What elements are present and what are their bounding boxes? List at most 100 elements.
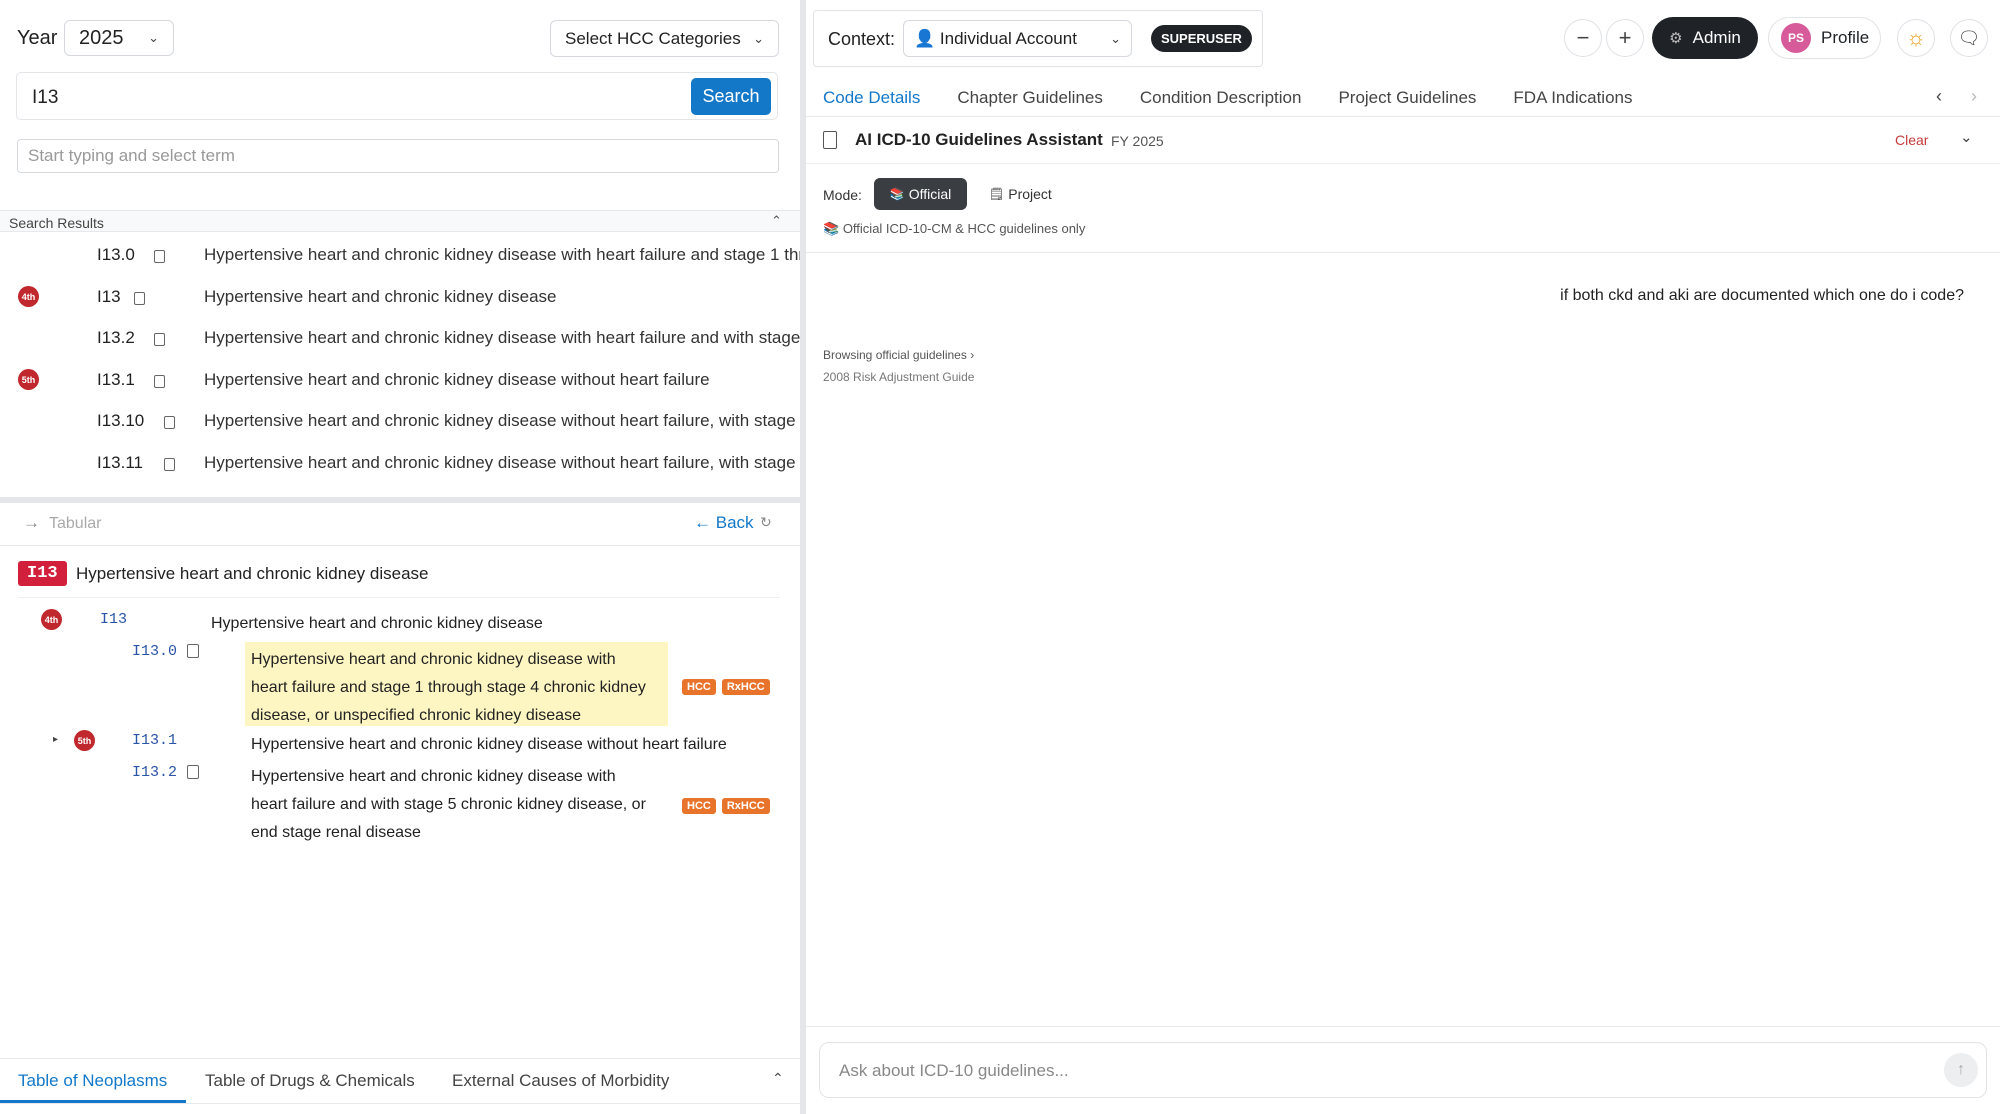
chevron-down-icon[interactable]: ⌄ [1960, 128, 1973, 146]
chevron-down-icon: ⌄ [148, 30, 159, 45]
result-code[interactable]: I13.2 [97, 328, 135, 348]
back-link[interactable]: ← Back [694, 513, 754, 533]
send-button[interactable]: ↑ [1944, 1053, 1978, 1087]
gear-icon: ⚙ [1669, 30, 1683, 47]
hcc-tag: HCC [682, 798, 716, 814]
result-code[interactable]: I13 [97, 287, 121, 307]
search-result-row[interactable]: I13.11 Hypertensive heart and chronic kid… [0, 442, 800, 484]
superuser-badge: SUPERUSER [1151, 25, 1252, 52]
result-code[interactable]: I13.11 [97, 453, 143, 473]
search-results-header[interactable]: Search Results ⌃ [0, 210, 800, 232]
tab-external-causes[interactable]: External Causes of Morbidity [452, 1071, 669, 1091]
tab-condition-description[interactable]: Condition Description [1140, 88, 1302, 108]
tab-code-details[interactable]: Code Details [823, 88, 920, 108]
back-label: Back [715, 513, 754, 532]
search-result-row[interactable]: I13.2 Hypertensive heart and chronic kidn… [0, 317, 800, 359]
caret-right-icon[interactable]: ▸ [53, 734, 58, 745]
mode-note: 📚 Official ICD-10-CM & HCC guidelines on… [823, 221, 1085, 237]
browsing-status[interactable]: Browsing official guidelines › [823, 348, 974, 362]
document-icon [823, 131, 837, 149]
tabular-label: Tabular [49, 515, 102, 532]
feedback-button[interactable]: 🗨 [1950, 19, 1988, 57]
rxhcc-tag: RxHCC [721, 679, 770, 695]
divider [0, 1103, 800, 1104]
sun-icon: ☼ [1905, 25, 1927, 50]
result-desc: Hypertensive heart and chronic kidney di… [204, 452, 796, 472]
avatar: PS [1781, 23, 1811, 53]
refresh-icon[interactable]: ↻ [760, 514, 772, 531]
active-tab-indicator [0, 1100, 186, 1103]
mode-official-button[interactable]: 📚 Official [874, 178, 967, 210]
context-select[interactable]: 👤 Individual Account ⌄ [903, 20, 1132, 57]
year-select[interactable]: 2025 ⌄ [64, 20, 174, 56]
left-panel: Year 2025 ⌄ Select HCC Categories ⌄ I13 … [0, 0, 800, 1114]
chat-input-box: Ask about ICD-10 guidelines... ↑ [819, 1042, 1987, 1098]
source-item: 2008 Risk Adjustment Guide [823, 370, 975, 384]
context-label: Context: [828, 29, 896, 49]
tab-project-guidelines[interactable]: Project Guidelines [1338, 88, 1476, 108]
copy-icon[interactable] [163, 457, 175, 471]
zoom-in-button[interactable]: + [1606, 19, 1644, 57]
term-input[interactable]: Start typing and select term [17, 139, 779, 173]
user-icon: 👤 [914, 28, 936, 48]
admin-label: Admin [1692, 28, 1741, 47]
search-result-row[interactable]: 4th I13 Hypertensive heart and chronic kid… [0, 276, 800, 318]
tree-code-i13-0[interactable]: I13.0 [132, 643, 177, 660]
chevron-up-icon[interactable]: ⌃ [772, 1070, 784, 1087]
result-code[interactable]: I13.0 [97, 245, 135, 265]
mode-project-button[interactable]: 🗒 Project [979, 178, 1059, 210]
theme-toggle-button[interactable]: ☼ [1897, 19, 1935, 57]
search-button[interactable]: Search [691, 78, 771, 115]
search-result-row[interactable]: 5th I13.1 Hypertensive heart and chronic k… [0, 359, 800, 401]
right-panel: Context: 👤 Individual Account ⌄ SUPERUSE… [806, 0, 2000, 1114]
chevron-left-icon[interactable]: ‹ [1936, 86, 1942, 107]
chevron-right-icon[interactable]: › [1971, 86, 1977, 107]
tab-fda-indications[interactable]: FDA Indications [1513, 88, 1632, 108]
result-code[interactable]: I13.10 [97, 411, 144, 431]
chat-input[interactable]: Ask about ICD-10 guidelines... [839, 1061, 1069, 1081]
profile-button[interactable]: PS Profile [1768, 17, 1881, 59]
mode-note-text: Official ICD-10-CM & HCC guidelines only [842, 221, 1086, 236]
result-code[interactable]: I13.1 [97, 370, 135, 390]
hcc-category-select[interactable]: Select HCC Categories ⌄ [550, 20, 779, 57]
result-desc: Hypertensive heart and chronic kidney di… [204, 411, 796, 430]
tree-code-i13-2[interactable]: I13.2 [132, 764, 177, 781]
chevron-up-icon[interactable]: ⌃ [771, 213, 782, 229]
tab-table-of-drugs[interactable]: Table of Drugs & Chemicals [205, 1071, 415, 1091]
rxhcc-tag: RxHCC [721, 798, 770, 814]
copy-icon[interactable] [163, 416, 175, 429]
note-icon: 🗒 [989, 187, 1005, 201]
tree-desc-i13-2: Hypertensive heart and chronic kidney di… [251, 763, 646, 847]
admin-button[interactable]: ⚙ Admin [1652, 17, 1758, 59]
clear-button[interactable]: Clear [1895, 132, 1928, 148]
divider [0, 545, 800, 546]
arrow-up-icon: ↑ [1957, 1061, 1965, 1078]
copy-icon[interactable] [154, 374, 165, 388]
copy-icon[interactable] [187, 644, 199, 658]
search-input[interactable]: I13 [32, 87, 58, 109]
tab-chapter-guidelines[interactable]: Chapter Guidelines [957, 88, 1103, 108]
desc-line: heart failure and stage 1 through stage … [251, 679, 646, 696]
tab-table-of-neoplasms[interactable]: Table of Neoplasms [18, 1071, 167, 1091]
copy-icon[interactable] [134, 291, 146, 305]
mode-project-label: Project [1008, 186, 1052, 202]
copy-icon[interactable] [187, 765, 199, 779]
search-result-row[interactable]: I13.0 Hypertensive heart and chronic kidn… [0, 234, 800, 276]
divider [806, 252, 2000, 253]
user-message: if both ckd and aki are documented which… [1560, 287, 1964, 304]
tag-group: HCC RxHCC [676, 677, 770, 695]
search-box: I13 Search [16, 72, 778, 120]
tree-code-i13[interactable]: I13 [100, 611, 127, 628]
divider [806, 1026, 2000, 1027]
result-desc: Hypertensive heart and chronic kidney di… [204, 245, 800, 264]
context-bar: Context: 👤 Individual Account ⌄ SUPERUSE… [813, 10, 1263, 67]
copy-icon[interactable] [154, 250, 165, 263]
chevron-down-icon: ⌄ [1110, 30, 1121, 46]
copy-icon[interactable] [154, 333, 165, 346]
tag-group: HCC RxHCC [676, 796, 770, 814]
tree-code-i13-1[interactable]: I13.1 [132, 732, 177, 749]
badge-5th: 5th [74, 730, 95, 751]
zoom-out-button[interactable]: − [1564, 19, 1602, 57]
search-result-row[interactable]: I13.10 Hypertensive heart and chronic kid… [0, 400, 800, 442]
pane-divider[interactable] [0, 497, 800, 503]
